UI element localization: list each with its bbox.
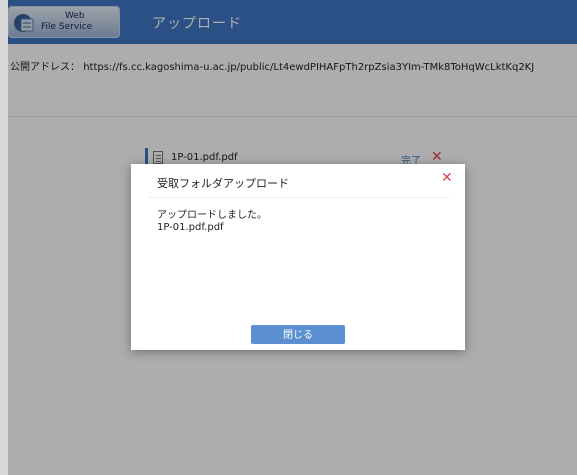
close-icon[interactable]: ✕ bbox=[441, 170, 453, 186]
upload-complete-dialog: 受取フォルダアップロード ✕ アップロードしました。 1P-01.pdf.pdf… bbox=[131, 164, 465, 350]
dialog-file-name: 1P-01.pdf.pdf bbox=[157, 222, 224, 233]
overlay-left-edge bbox=[0, 0, 8, 475]
close-button[interactable]: 閉じる bbox=[251, 325, 345, 344]
dialog-message: アップロードしました。 bbox=[157, 210, 267, 221]
dialog-title: 受取フォルダアップロード bbox=[157, 177, 289, 190]
dialog-divider bbox=[149, 197, 449, 198]
